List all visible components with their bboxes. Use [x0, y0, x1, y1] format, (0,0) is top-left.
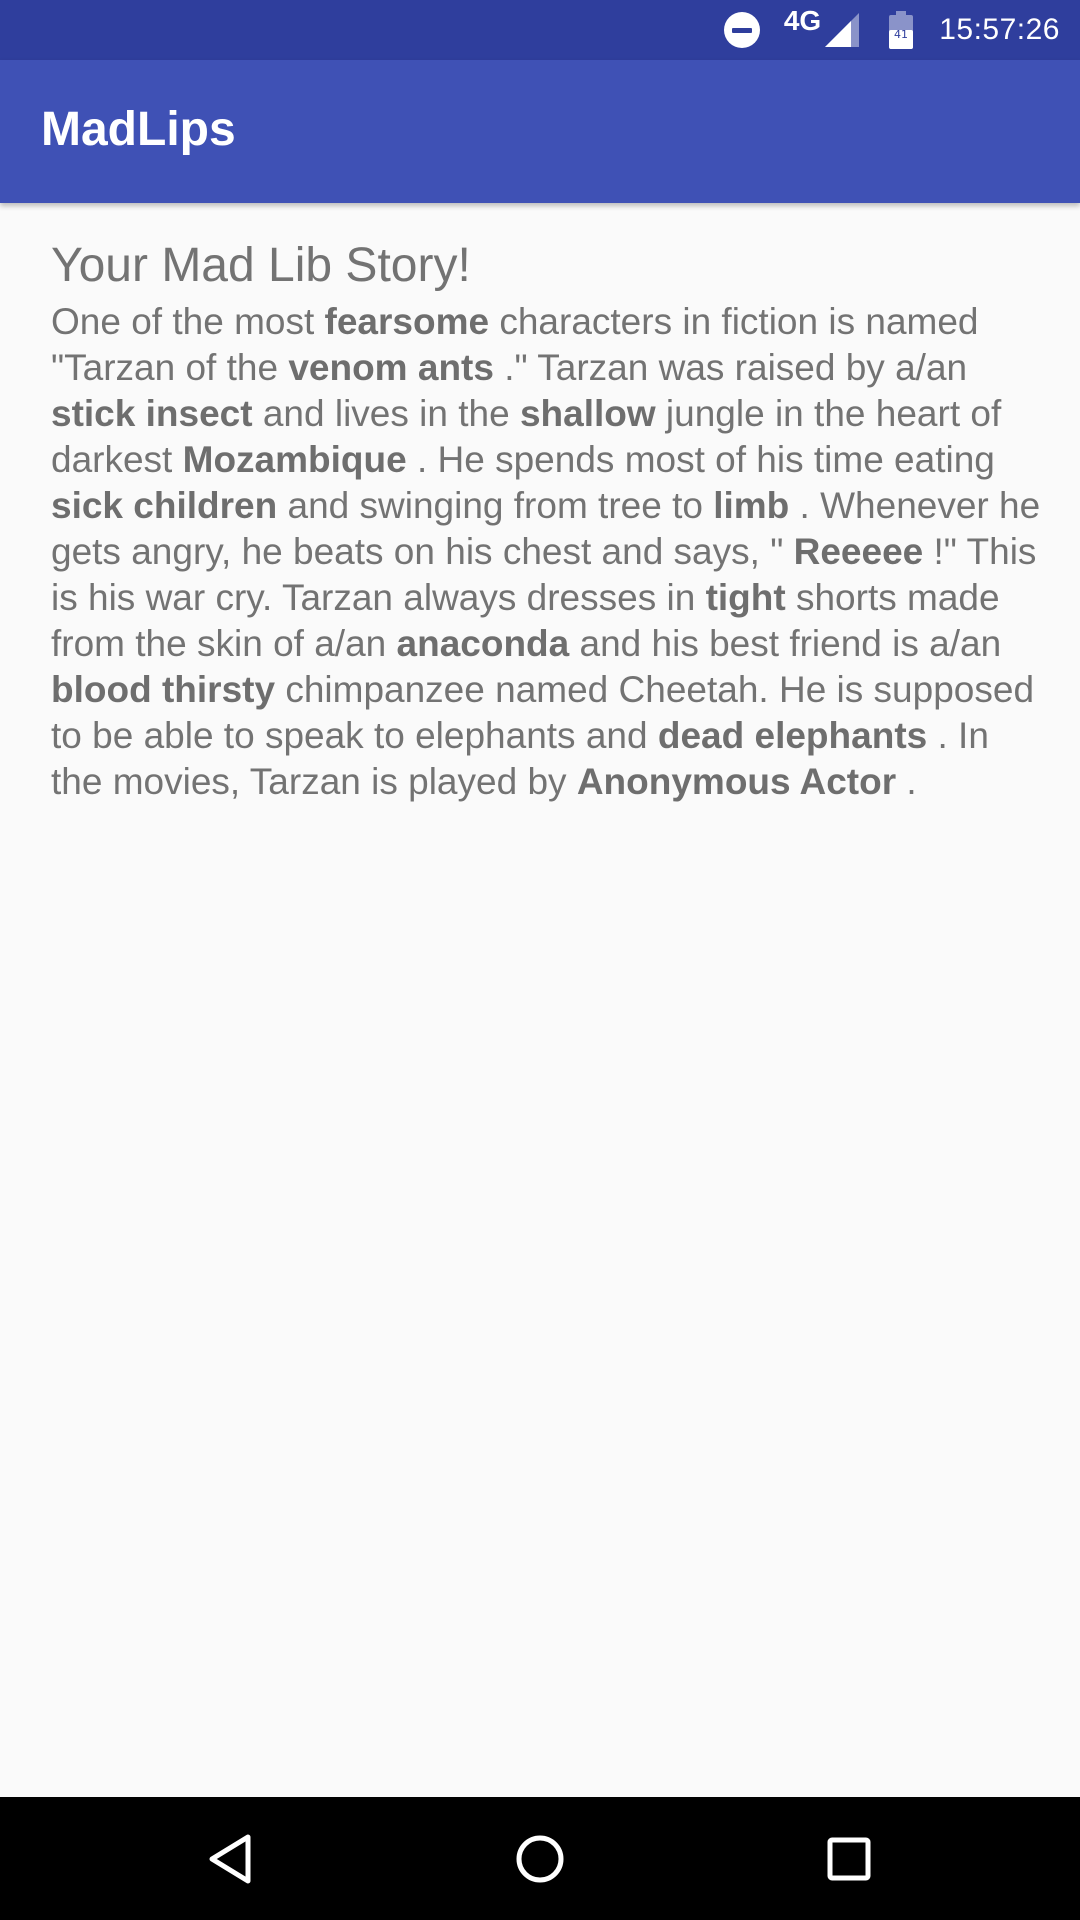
- do-not-disturb-icon: [723, 12, 760, 48]
- story-filled-word: Reeeee: [793, 531, 924, 572]
- story-heading: Your Mad Lib Story!: [51, 239, 471, 292]
- navigation-bar: [0, 1797, 1080, 1920]
- home-button[interactable]: [465, 1797, 615, 1920]
- story-filled-word: Anonymous Actor: [576, 761, 897, 802]
- story-filled-word: blood thirsty: [51, 669, 276, 710]
- story-filled-word: tight: [705, 577, 786, 618]
- story-filled-word: limb: [713, 485, 790, 526]
- story-text-segment: .: [896, 761, 917, 802]
- story-text-segment: One of the most: [51, 301, 325, 342]
- story-filled-word: venom ants: [288, 347, 494, 388]
- signal-icon: [825, 13, 860, 47]
- recents-button[interactable]: [774, 1797, 924, 1920]
- back-button[interactable]: [155, 1797, 305, 1920]
- story-filled-word: sick children: [51, 485, 278, 526]
- recents-icon: [827, 1837, 871, 1880]
- home-icon: [516, 1835, 564, 1882]
- story-text-segment: ." Tarzan was raised by a/an: [493, 347, 968, 388]
- story-filled-word: Mozambique: [182, 439, 407, 480]
- battery-icon: 41: [889, 11, 914, 49]
- story-body: One of the most fearsome characters in f…: [51, 299, 1041, 805]
- app-bar: MadLips: [0, 60, 1080, 203]
- story-filled-word: fearsome: [324, 301, 490, 342]
- status-bar: 4G 41 15:57:26: [0, 0, 1080, 60]
- story-filled-word: anaconda: [396, 623, 570, 664]
- battery-level-label: 41: [894, 28, 908, 41]
- story-filled-word: shallow: [519, 393, 656, 434]
- back-icon: [209, 1834, 251, 1883]
- status-clock: 15:57:26: [939, 13, 1060, 46]
- story-text-segment: and swinging from tree to: [277, 485, 714, 526]
- story-content: Your Mad Lib Story! One of the most fear…: [51, 235, 1041, 805]
- story-text-segment: . He spends most of his time eating: [406, 439, 995, 480]
- network-type-label: 4G: [783, 5, 822, 36]
- story-text-segment: and his best friend is a/an: [569, 623, 1002, 664]
- app-title: MadLips: [41, 103, 236, 156]
- status-icons: 4G 41 15:57:26: [723, 0, 1060, 60]
- story-text-segment: and lives in the: [252, 393, 520, 434]
- story-filled-word: stick insect: [51, 393, 253, 434]
- story-filled-word: dead elephants: [657, 715, 928, 756]
